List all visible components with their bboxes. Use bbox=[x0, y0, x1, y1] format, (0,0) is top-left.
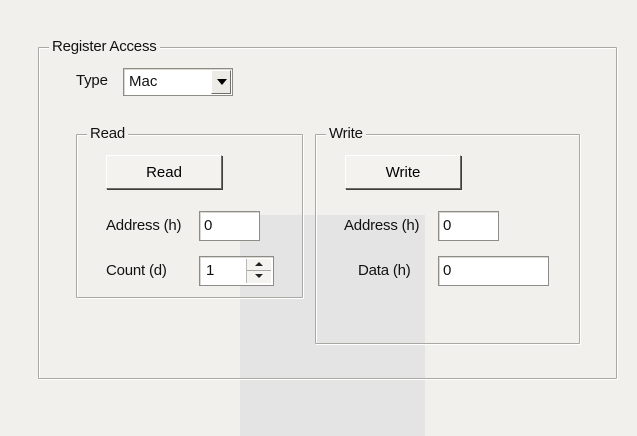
write-button[interactable]: Write bbox=[345, 155, 461, 189]
type-select-value: Mac bbox=[129, 73, 158, 90]
read-address-label: Address (h) bbox=[106, 217, 182, 234]
write-data-input[interactable]: 0 bbox=[438, 256, 549, 286]
count-spinner[interactable]: 1 bbox=[199, 256, 274, 286]
spin-down-icon[interactable] bbox=[247, 271, 271, 283]
count-label: Count (d) bbox=[106, 262, 167, 279]
data-label: Data (h) bbox=[358, 262, 411, 279]
write-address-input[interactable]: 0 bbox=[438, 211, 499, 241]
type-select[interactable]: Mac bbox=[123, 68, 233, 96]
count-value: 1 bbox=[206, 262, 215, 279]
chevron-down-icon[interactable] bbox=[211, 70, 231, 94]
write-group-title: Write bbox=[326, 125, 366, 143]
type-label: Type bbox=[76, 72, 108, 89]
spin-up-icon[interactable] bbox=[247, 259, 271, 271]
read-address-input[interactable]: 0 bbox=[199, 211, 260, 241]
read-button[interactable]: Read bbox=[106, 155, 222, 189]
write-address-label: Address (h) bbox=[344, 217, 420, 234]
read-group-title: Read bbox=[87, 125, 129, 143]
register-access-title: Register Access bbox=[49, 38, 160, 56]
